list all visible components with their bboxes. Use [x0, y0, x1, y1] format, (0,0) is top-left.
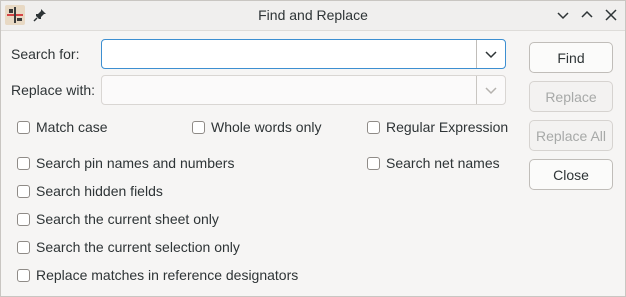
checkbox-box[interactable] — [17, 184, 30, 198]
chevron-down-icon — [557, 12, 569, 20]
hidden-fields-checkbox[interactable]: Search hidden fields — [17, 183, 163, 199]
chevron-down-icon — [485, 87, 497, 95]
checkbox-box[interactable] — [17, 156, 30, 170]
search-combobox[interactable] — [101, 39, 506, 69]
match-case-label: Match case — [36, 119, 108, 135]
hidden-fields-label: Search hidden fields — [36, 183, 163, 199]
chevron-up-icon — [581, 10, 593, 18]
ref-designators-label: Replace matches in reference designators — [36, 267, 299, 283]
net-names-checkbox[interactable]: Search net names — [367, 155, 500, 171]
search-for-label: Search for: — [11, 46, 80, 62]
app-icon — [5, 5, 25, 25]
checkbox-box[interactable] — [17, 120, 30, 134]
checkbox-box[interactable] — [367, 156, 380, 170]
net-names-label: Search net names — [386, 155, 500, 171]
find-button[interactable]: Find — [529, 42, 613, 73]
window-title: Find and Replace — [258, 7, 368, 23]
current-sheet-label: Search the current sheet only — [36, 211, 219, 227]
replace-all-button[interactable]: Replace All — [529, 120, 613, 151]
replace-dropdown-button[interactable] — [476, 76, 505, 104]
pin-names-checkbox[interactable]: Search pin names and numbers — [17, 155, 234, 171]
find-replace-dialog: Find and Replace Search for: Replace wit… — [0, 0, 626, 297]
chevron-down-icon — [485, 51, 497, 59]
checkbox-box[interactable] — [367, 120, 380, 134]
search-dropdown-button[interactable] — [476, 40, 505, 68]
pin-icon[interactable] — [33, 8, 47, 22]
replace-with-label: Replace with: — [11, 82, 96, 98]
checkbox-box[interactable] — [17, 212, 30, 226]
close-icon — [605, 9, 617, 21]
match-case-checkbox[interactable]: Match case — [17, 119, 108, 135]
checkbox-box[interactable] — [192, 120, 205, 134]
pin-names-label: Search pin names and numbers — [36, 155, 235, 171]
maximize-button[interactable] — [579, 7, 595, 23]
current-selection-checkbox[interactable]: Search the current selection only — [17, 239, 240, 255]
minimize-button[interactable] — [555, 7, 571, 23]
regex-label: Regular Expression — [386, 119, 509, 135]
replace-button[interactable]: Replace — [529, 81, 613, 112]
whole-words-checkbox[interactable]: Whole words only — [192, 119, 322, 135]
current-sheet-checkbox[interactable]: Search the current sheet only — [17, 211, 219, 227]
checkbox-box[interactable] — [17, 268, 30, 282]
whole-words-label: Whole words only — [211, 119, 322, 135]
checkbox-box[interactable] — [17, 240, 30, 254]
current-selection-label: Search the current selection only — [36, 239, 240, 255]
replace-combobox[interactable] — [101, 75, 506, 105]
regex-checkbox[interactable]: Regular Expression — [367, 119, 508, 135]
title-bar[interactable]: Find and Replace — [1, 1, 625, 31]
close-button[interactable]: Close — [529, 159, 613, 190]
close-window-button[interactable] — [603, 7, 619, 23]
ref-designators-checkbox[interactable]: Replace matches in reference designators — [17, 267, 298, 283]
